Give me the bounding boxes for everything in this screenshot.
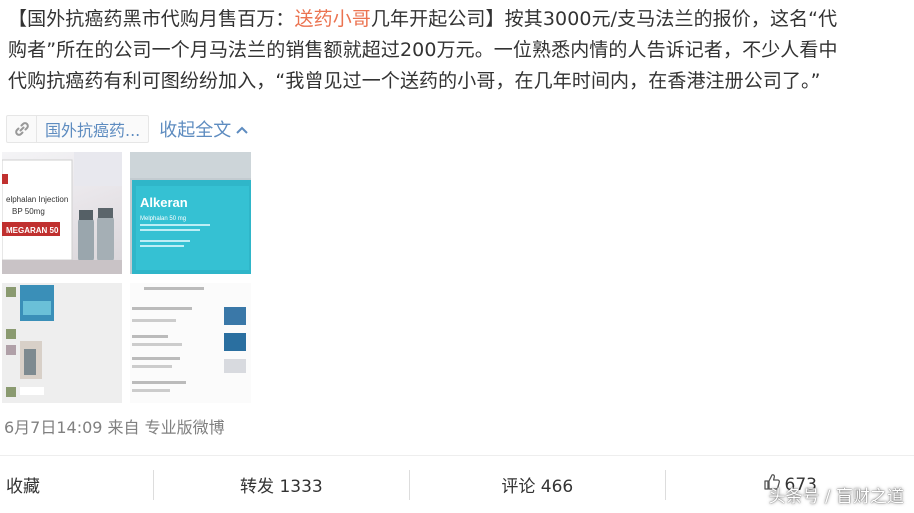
photo-medicine-box-vial[interactable]: elphalan Injection BP 50mg MEGARAN 50 xyxy=(2,152,122,274)
photo-alkeran-box[interactable]: Alkeran Melphalan 50 mg xyxy=(130,152,251,274)
post-title-prefix: 【国外抗癌药黑市代购月售百万： xyxy=(8,8,295,30)
comment-button[interactable]: 评论 466 xyxy=(410,467,664,503)
photo1-label-top: elphalan Injection xyxy=(6,195,68,204)
highlight-link[interactable]: 送药小哥 xyxy=(295,8,371,30)
link-label: 国外抗癌药... xyxy=(45,121,141,140)
photo2-brand: Alkeran xyxy=(140,195,188,210)
post-line-3: 代购抗癌药有利可图纷纷加入，“我曾见过一个送药的小哥，在几年时间内，在香港注册公… xyxy=(8,70,821,92)
photo2-sub: Melphalan 50 mg xyxy=(140,216,186,222)
post-title-suffix: 几年开起公司】按其3000元/支马法兰的报价，这名“代 xyxy=(370,8,838,30)
chevron-up-icon xyxy=(235,119,249,140)
collapse-label: 收起全文 xyxy=(159,120,232,141)
collapse-full-text-link[interactable]: 收起全文 xyxy=(159,116,249,142)
favorite-button[interactable]: 收藏 xyxy=(0,467,153,503)
link-icon xyxy=(7,116,37,142)
photo1-label-brand: MEGARAN 50 xyxy=(6,226,59,235)
photo1-label-mid: BP 50mg xyxy=(12,207,45,216)
post-meta: 6月7日14:09 来自 专业版微博 xyxy=(4,418,225,437)
photo-chat-screenshot-left[interactable] xyxy=(2,283,122,403)
link-row: 国外抗癌药... 收起全文 xyxy=(6,114,249,144)
photo-chat-screenshot-right[interactable] xyxy=(130,283,251,403)
post-line-1: 【国外抗癌药黑市代购月售百万：送药小哥几年开起公司】按其3000元/支马法兰的报… xyxy=(8,4,908,35)
article-link-card[interactable]: 国外抗癌药... xyxy=(6,115,150,143)
post-line-2: 购者”所在的公司一个月马法兰的销售额就超过200万元。一位熟悉内情的人告诉记者，… xyxy=(8,39,838,61)
repost-button[interactable]: 转发 1333 xyxy=(154,467,409,503)
watermark: 头条号 / 盲财之道 xyxy=(768,487,904,507)
post-text: 【国外抗癌药黑市代购月售百万：送药小哥几年开起公司】按其3000元/支马法兰的报… xyxy=(8,4,908,97)
